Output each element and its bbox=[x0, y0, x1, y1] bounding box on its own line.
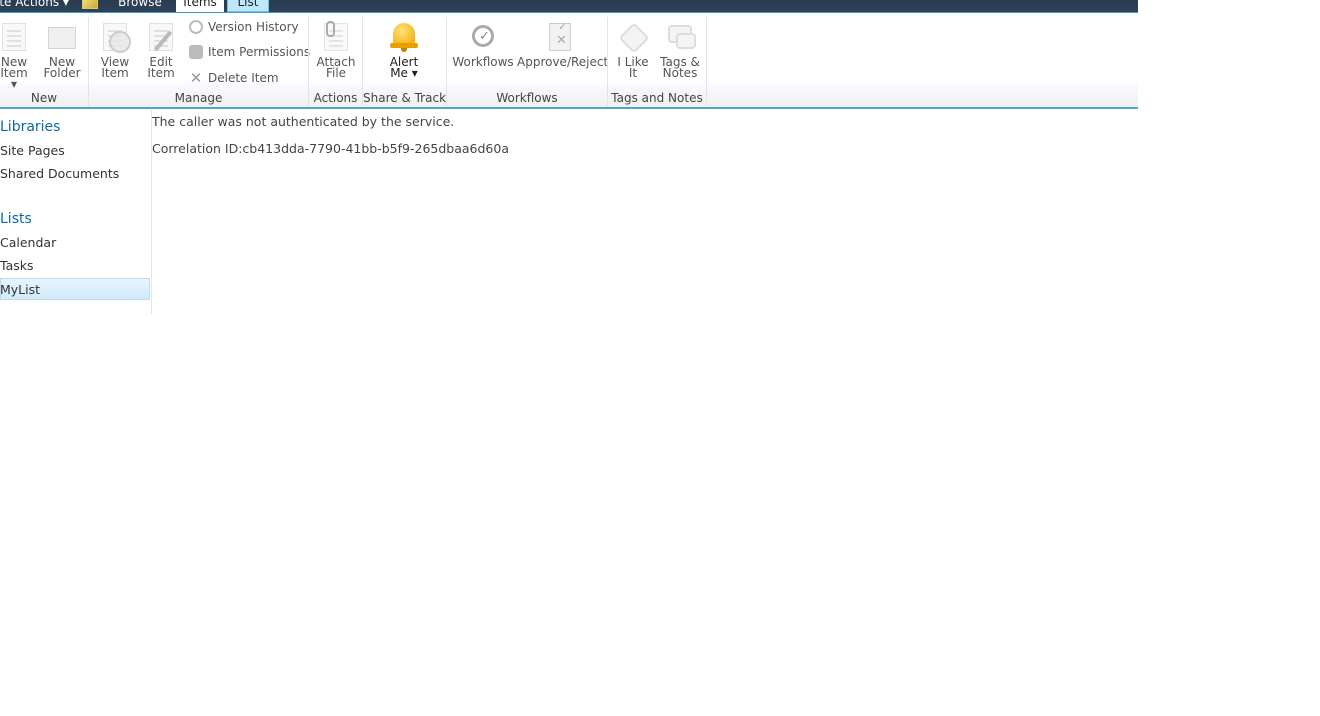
group-label-manage: Manage bbox=[174, 91, 223, 105]
i-like-it-label-2: It bbox=[628, 66, 638, 80]
tab-list[interactable]: List bbox=[227, 0, 269, 12]
edit-item-button[interactable]: Edit Item bbox=[143, 21, 179, 79]
new-item-button[interactable]: New Item ▾ bbox=[0, 21, 32, 90]
bell-icon bbox=[388, 21, 420, 53]
delete-item-button[interactable]: ✕ Delete Item bbox=[189, 69, 279, 87]
attach-file-icon bbox=[320, 21, 352, 53]
like-tag-icon bbox=[617, 21, 650, 54]
ribbon: New Item ▾ New Folder New View Item Edit… bbox=[0, 13, 1138, 107]
item-permissions-label: Item Permissions bbox=[208, 45, 311, 59]
site-actions-menu[interactable]: ite Actions ▾ bbox=[0, 0, 69, 9]
approve-reject-label: Approve/Reject bbox=[517, 55, 609, 69]
delete-item-label: Delete Item bbox=[208, 71, 279, 85]
i-like-it-button[interactable]: I Like It bbox=[614, 21, 652, 79]
tags-notes-button[interactable]: Tags & Notes bbox=[659, 21, 701, 79]
group-divider bbox=[706, 17, 707, 107]
main-content: The caller was not authenticated by the … bbox=[152, 114, 509, 156]
version-history-button[interactable]: Version History bbox=[189, 20, 299, 34]
alert-me-button[interactable]: Alert Me ▾ bbox=[383, 21, 425, 79]
nav-item-mylist[interactable]: MyList bbox=[0, 282, 40, 297]
ribbon-group-actions: Attach File Actions bbox=[309, 13, 362, 107]
version-history-icon bbox=[189, 20, 203, 34]
nav-item-tasks[interactable]: Tasks bbox=[0, 258, 34, 273]
workflows-icon: ✓ bbox=[467, 21, 499, 53]
version-history-label: Version History bbox=[208, 20, 299, 34]
approve-reject-button[interactable]: ✕ ✓ Approve/Reject bbox=[517, 21, 609, 69]
nav-heading-lists[interactable]: Lists bbox=[0, 211, 32, 227]
top-bar: ite Actions ▾ Browse Items List bbox=[0, 0, 1138, 13]
nav-heading-libraries[interactable]: Libraries bbox=[0, 119, 60, 135]
attach-file-label-2: File bbox=[325, 66, 347, 80]
ribbon-group-manage: View Item Edit Item Version History Item… bbox=[89, 13, 310, 107]
workflows-label: Workflows bbox=[452, 55, 514, 69]
group-label-tags-notes: Tags and Notes bbox=[611, 91, 703, 105]
new-folder-button[interactable]: New Folder bbox=[42, 21, 82, 79]
delete-icon: ✕ bbox=[189, 69, 203, 87]
group-label-new: New bbox=[30, 91, 58, 105]
nav-item-shared-documents[interactable]: Shared Documents bbox=[0, 166, 119, 181]
ribbon-group-tags-notes: I Like It Tags & Notes Tags and Notes bbox=[608, 13, 706, 107]
error-message: The caller was not authenticated by the … bbox=[152, 114, 455, 129]
ribbon-group-workflows: ✓ Workflows ✕ ✓ Approve/Reject Workflows bbox=[447, 13, 609, 107]
quick-launch-nav: Libraries Site Pages Shared Documents Li… bbox=[0, 110, 152, 314]
tags-notes-icon bbox=[664, 21, 696, 53]
approve-reject-icon: ✕ ✓ bbox=[544, 21, 576, 53]
ribbon-bottom-border bbox=[0, 107, 1138, 109]
new-folder-label-2: Folder bbox=[43, 66, 81, 80]
edit-item-icon bbox=[145, 21, 177, 53]
new-folder-icon bbox=[46, 21, 78, 53]
tags-notes-label-2: Notes bbox=[662, 66, 698, 80]
alert-me-label-2: Me ▾ bbox=[390, 66, 418, 80]
nav-item-calendar[interactable]: Calendar bbox=[0, 235, 56, 250]
group-label-actions: Actions bbox=[313, 91, 358, 105]
view-item-button[interactable]: View Item bbox=[96, 21, 134, 79]
workflows-button[interactable]: ✓ Workflows bbox=[452, 21, 514, 68]
edit-page-icon[interactable] bbox=[82, 0, 98, 9]
tab-browse[interactable]: Browse bbox=[112, 0, 168, 12]
attach-file-button[interactable]: Attach File bbox=[315, 21, 357, 79]
group-label-workflows: Workflows bbox=[496, 91, 558, 105]
new-item-label-2: Item ▾ bbox=[0, 66, 28, 91]
ribbon-group-new: New Item ▾ New Folder New bbox=[0, 13, 88, 107]
view-item-icon bbox=[99, 21, 131, 53]
tab-items[interactable]: Items bbox=[176, 0, 224, 12]
new-item-icon bbox=[0, 21, 30, 53]
ribbon-group-share-track: Alert Me ▾ Share & Track bbox=[363, 13, 446, 107]
group-label-share-track: Share & Track bbox=[363, 91, 447, 105]
correlation-id: Correlation ID:cb413dda-7790-41bb-b5f9-2… bbox=[152, 141, 509, 156]
item-permissions-button[interactable]: Item Permissions bbox=[189, 45, 310, 59]
view-item-label-2: Item bbox=[101, 66, 129, 80]
edit-item-label-2: Item bbox=[147, 66, 175, 80]
item-permissions-icon bbox=[189, 45, 203, 59]
nav-item-site-pages[interactable]: Site Pages bbox=[0, 143, 65, 158]
